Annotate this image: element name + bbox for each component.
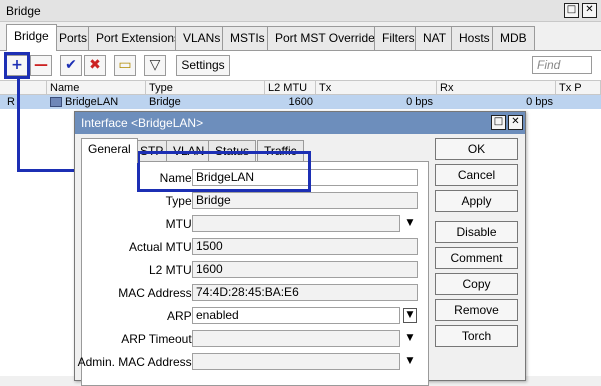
tab-mstis[interactable]: MSTIs [222, 26, 273, 50]
comment-button[interactable]: Comment [435, 247, 518, 269]
col-flag [0, 81, 47, 95]
tab-mdb[interactable]: MDB [492, 26, 535, 50]
arp-select[interactable]: enabled [192, 307, 400, 324]
highlight-box-right [27, 52, 30, 79]
apply-button[interactable]: Apply [435, 190, 518, 212]
tab-hosts[interactable]: Hosts [451, 26, 498, 50]
admin-mac-chevron-down-icon[interactable]: ▼ [402, 353, 418, 370]
comment-icon[interactable]: ▭ [114, 55, 136, 76]
arp-label: ARP: [166, 309, 195, 323]
arp-dropdown-icon[interactable]: ▼ [403, 308, 417, 323]
admin-mac-input[interactable] [192, 353, 400, 370]
tab-general[interactable]: General [81, 138, 138, 163]
col-l2mtu[interactable]: L2 MTU [265, 81, 316, 95]
window-title-bar: Bridge □ ✕ [0, 0, 601, 22]
bridge-icon [50, 97, 62, 107]
arp-timeout-label: ARP Timeout: [121, 332, 195, 346]
disable-icon[interactable]: ✖ [84, 55, 106, 76]
find-input[interactable]: Find [532, 56, 592, 74]
row-flag: R [7, 96, 15, 108]
col-name[interactable]: Name [47, 81, 146, 95]
actual-mtu-label: Actual MTU: [128, 240, 195, 254]
mac-address-value: 74:4D:28:45:BA:E6 [192, 284, 418, 301]
dialog-title-bar: Interface <BridgeLAN> □ ✕ [75, 112, 525, 134]
enable-icon[interactable]: ✔ [60, 55, 82, 76]
row-l2mtu: 1600 [288, 96, 313, 108]
arp-timeout-chevron-down-icon[interactable]: ▼ [402, 330, 418, 347]
restore-icon[interactable]: □ [564, 3, 579, 18]
mtu-input[interactable] [192, 215, 400, 232]
ok-button[interactable]: OK [435, 138, 518, 160]
copy-button[interactable]: Copy [435, 273, 518, 295]
name-highlight-bottom [137, 189, 311, 192]
general-panel: Name: BridgeLAN Type: Bridge MTU: ▼ Actu… [77, 161, 429, 386]
mtu-chevron-down-icon[interactable]: ▼ [402, 215, 418, 232]
tab-port-extensions[interactable]: Port Extensions [88, 26, 189, 50]
tab-nat[interactable]: NAT [415, 26, 455, 50]
torch-button[interactable]: Torch [435, 325, 518, 347]
row-tx: 0 bps [406, 96, 433, 108]
remove-icon[interactable]: — [30, 55, 52, 76]
filter-icon[interactable]: ▽ [144, 55, 166, 76]
col-rx[interactable]: Rx [437, 81, 556, 95]
arp-timeout-input[interactable] [192, 330, 400, 347]
dialog-restore-icon[interactable]: □ [491, 115, 506, 130]
type-label: Type: [165, 194, 195, 208]
col-tx[interactable]: Tx [316, 81, 437, 95]
highlight-box-left [4, 52, 7, 79]
mac-address-label: MAC Address: [118, 286, 195, 300]
tab-bridge[interactable]: Bridge [6, 24, 57, 51]
row-rx: 0 bps [526, 96, 553, 108]
table-header: Name Type L2 MTU Tx Rx Tx P [0, 80, 601, 95]
mtu-label: MTU: [165, 217, 195, 231]
close-icon[interactable]: ✕ [582, 3, 597, 18]
name-input[interactable]: BridgeLAN [192, 169, 418, 186]
dialog-title: Interface <BridgeLAN> [81, 116, 204, 130]
row-type: Bridge [149, 96, 181, 108]
name-highlight-right [308, 151, 311, 192]
disable-button[interactable]: Disable [435, 221, 518, 243]
table-row[interactable]: R BridgeLAN Bridge 1600 0 bps 0 bps [0, 95, 601, 109]
add-icon[interactable]: + [6, 55, 28, 76]
dialog-close-icon[interactable]: ✕ [508, 115, 523, 130]
type-value: Bridge [192, 192, 418, 209]
col-type[interactable]: Type [146, 81, 265, 95]
name-label: Name: [159, 171, 195, 185]
window-title: Bridge [6, 4, 41, 18]
toolbar: + — ✔ ✖ ▭ ▽ Settings Find [0, 50, 601, 80]
cancel-button[interactable]: Cancel [435, 164, 518, 186]
row-name: BridgeLAN [65, 96, 119, 108]
l2-mtu-label: L2 MTU: [148, 263, 195, 277]
tab-bar: Bridge Ports Port Extensions VLANs MSTIs… [0, 24, 601, 51]
dialog-tab-bar: General STP VLAN Status Traffic [81, 138, 431, 163]
remove-button[interactable]: Remove [435, 299, 518, 321]
tab-port-mst-overrides[interactable]: Port MST Overrides [267, 26, 389, 50]
l2-mtu-value: 1600 [192, 261, 418, 278]
tab-vlans[interactable]: VLANs [175, 26, 229, 50]
highlight-connector-vertical [17, 78, 20, 172]
settings-button[interactable]: Settings [176, 55, 230, 76]
admin-mac-label: Admin. MAC Address: [77, 355, 195, 369]
col-txp[interactable]: Tx P [556, 81, 601, 95]
name-highlight-top [137, 151, 311, 154]
actual-mtu-value: 1500 [192, 238, 418, 255]
